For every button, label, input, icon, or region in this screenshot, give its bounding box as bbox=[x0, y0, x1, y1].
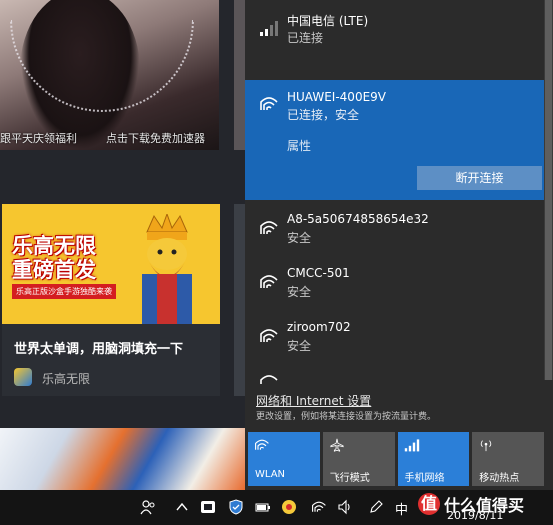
network-list-scrollbar[interactable] bbox=[544, 0, 553, 380]
tile-wlan[interactable]: WLAN bbox=[248, 432, 320, 486]
network-item-cellular[interactable]: 中国电信 (LTE) 已连接 bbox=[245, 0, 544, 78]
volume-icon[interactable] bbox=[337, 499, 353, 515]
feed-caption-right: 点击下载免费加速器 bbox=[106, 132, 205, 145]
network-item[interactable]: CMCC-501 安全 bbox=[245, 262, 544, 314]
network-name: ziroom702 bbox=[287, 320, 351, 334]
wifi-icon bbox=[255, 439, 269, 450]
network-status: 安全 bbox=[287, 231, 312, 245]
cellular-signal-icon bbox=[260, 21, 278, 36]
lego-king-figure bbox=[142, 214, 192, 324]
chevron-up-icon[interactable] bbox=[174, 499, 190, 515]
game-logo-line1: 乐高无限 bbox=[12, 234, 96, 258]
tile-airplane-mode[interactable]: 飞行模式 bbox=[322, 432, 395, 486]
network-item-partial[interactable] bbox=[245, 372, 544, 384]
wifi-icon bbox=[260, 275, 278, 288]
watermark-logo: 值 bbox=[418, 493, 440, 515]
wifi-icon bbox=[260, 375, 278, 384]
tile-label: 移动热点 bbox=[479, 473, 520, 484]
network-name: HUAWEI-400E9V bbox=[287, 90, 387, 104]
pen-icon[interactable] bbox=[368, 499, 384, 515]
wifi-icon bbox=[260, 221, 278, 234]
tile-label: WLAN bbox=[255, 469, 286, 480]
battery-icon[interactable] bbox=[255, 499, 271, 515]
quick-action-tiles: WLAN 飞行模式 手机网络 移动热点 bbox=[248, 432, 544, 486]
cellular-signal-icon bbox=[404, 439, 419, 452]
security-shield-icon[interactable] bbox=[228, 499, 244, 515]
game-banner: 乐高无限 重磅首发 乐高正版沙盒手游独酷来袭 bbox=[2, 204, 220, 324]
feed-caption-left: 跟平天庆领福利 bbox=[0, 132, 77, 145]
feed-card-photo[interactable] bbox=[0, 0, 219, 150]
feed-card-game[interactable]: 乐高无限 重磅首发 乐高正版沙盒手游独酷来袭 世界太单调，用脑洞填充一下 乐高无… bbox=[2, 204, 220, 396]
tile-mobile-hotspot[interactable]: 移动热点 bbox=[472, 432, 544, 486]
scrollbar-thumb[interactable] bbox=[545, 0, 552, 380]
network-status: 已连接 bbox=[287, 31, 324, 45]
network-settings-link[interactable]: 网络和 Internet 设置 bbox=[256, 392, 371, 409]
network-item[interactable]: ziroom702 安全 bbox=[245, 316, 544, 368]
game-subtitle: 乐高正版沙盒手游独酷来袭 bbox=[12, 284, 116, 299]
game-card-title: 世界太单调，用脑洞填充一下 bbox=[14, 342, 184, 357]
feed-card-partial[interactable] bbox=[234, 204, 245, 396]
desktop-wallpaper bbox=[0, 428, 245, 490]
wifi-icon bbox=[260, 329, 278, 342]
disconnect-button[interactable]: 断开连接 bbox=[417, 166, 542, 190]
airplane-icon bbox=[330, 438, 344, 452]
game-logo-line2: 重磅首发 bbox=[12, 258, 96, 282]
start-feed-background: 跟平天庆领福利 点击下载免费加速器 乐高无限 重磅首发 乐高正版沙盒手游独酷来袭… bbox=[0, 0, 245, 490]
network-settings-description: 更改设置，例如将某连接设置为按流量计费。 bbox=[256, 412, 437, 422]
tile-label: 手机网络 bbox=[404, 473, 445, 484]
network-status: 已连接，安全 bbox=[287, 108, 360, 122]
network-name: A8-5a50674858654e32 bbox=[287, 212, 429, 226]
game-card-source: 乐高无限 bbox=[42, 372, 91, 386]
wifi-icon bbox=[260, 97, 278, 110]
watermark: 值 什么值得买 bbox=[418, 490, 553, 518]
game-logo: 乐高无限 重磅首发 bbox=[12, 234, 122, 282]
ime-indicator[interactable]: 中 bbox=[395, 499, 408, 518]
hotspot-icon bbox=[481, 440, 492, 452]
network-status: 安全 bbox=[287, 285, 312, 299]
network-item-active[interactable]: HUAWEI-400E9V 已连接，安全 属性 断开连接 bbox=[245, 80, 544, 200]
app-tray-icon-2[interactable] bbox=[281, 499, 297, 515]
network-flyout: 中国电信 (LTE) 已连接 HUAWEI-400E9V 已连接，安全 属性 断… bbox=[245, 0, 553, 490]
watermark-text: 什么值得买 bbox=[444, 496, 525, 515]
people-icon[interactable] bbox=[140, 499, 156, 515]
network-status: 安全 bbox=[287, 339, 312, 353]
network-name: 中国电信 (LTE) bbox=[287, 14, 369, 28]
network-name: CMCC-501 bbox=[287, 266, 350, 280]
feed-card-photo-partial[interactable] bbox=[234, 0, 245, 150]
game-app-icon bbox=[14, 368, 32, 386]
network-item[interactable]: A8-5a50674858654e32 安全 bbox=[245, 208, 544, 260]
wifi-icon[interactable] bbox=[311, 499, 327, 515]
app-tray-icon[interactable] bbox=[200, 499, 216, 515]
network-properties-link[interactable]: 属性 bbox=[287, 137, 311, 154]
tile-cellular[interactable]: 手机网络 bbox=[397, 432, 470, 486]
tile-label: 飞行模式 bbox=[329, 473, 370, 484]
